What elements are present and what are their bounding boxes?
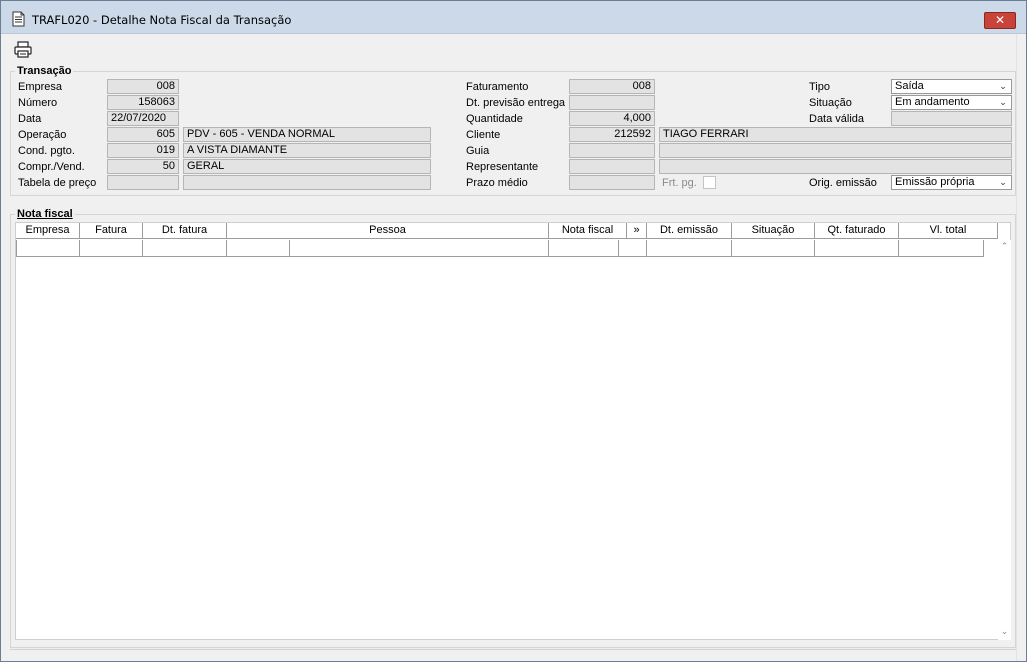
situacao-label: Situação xyxy=(809,97,852,109)
prazo-medio-label: Prazo médio xyxy=(466,177,528,189)
cell[interactable] xyxy=(619,240,647,257)
cell[interactable] xyxy=(647,240,732,257)
col-header-pessoa[interactable]: Pessoa xyxy=(227,223,549,239)
operacao-desc-field[interactable]: PDV - 605 - VENDA NORMAL xyxy=(183,127,431,142)
col-header-expand[interactable]: » xyxy=(627,223,647,239)
main-window: TRAFL020 - Detalhe Nota Fiscal da Transa… xyxy=(0,0,1027,662)
title-bar[interactable]: TRAFL020 - Detalhe Nota Fiscal da Transa… xyxy=(1,1,1026,34)
col-header-dt-fatura[interactable]: Dt. fatura xyxy=(143,223,227,239)
bottom-divider xyxy=(10,649,1016,650)
cell[interactable] xyxy=(16,240,80,257)
cell[interactable] xyxy=(732,240,815,257)
toolbar xyxy=(2,35,1016,63)
table-row[interactable] xyxy=(16,240,1000,257)
close-icon: ✕ xyxy=(994,13,1006,27)
tabela-preco-label: Tabela de preço xyxy=(18,177,97,189)
data-valida-label: Data válida xyxy=(809,113,865,125)
prazo-medio-field[interactable] xyxy=(569,175,655,190)
frt-pg-label: Frt. pg. xyxy=(662,177,697,189)
compr-vend-label: Compr./Vend. xyxy=(18,161,85,173)
empresa-field[interactable]: 008 xyxy=(107,79,179,94)
orig-emissao-value: Emissão própria xyxy=(895,176,975,188)
guia-label: Guia xyxy=(466,145,490,157)
col-header-qt-faturado[interactable]: Qt. faturado xyxy=(815,223,899,239)
operacao-label: Operação xyxy=(18,129,67,141)
frt-pg-checkbox[interactable] xyxy=(703,176,716,189)
situacao-value: Em andamento xyxy=(895,96,970,108)
tipo-value: Saída xyxy=(895,80,924,92)
tipo-select[interactable]: Saída ⌄ xyxy=(891,79,1012,94)
tabela-preco-code-field[interactable] xyxy=(107,175,179,190)
tipo-label: Tipo xyxy=(809,81,830,93)
nota-fiscal-grid[interactable]: Empresa Fatura Dt. fatura Pessoa Nota fi… xyxy=(15,222,1011,640)
cell[interactable] xyxy=(899,240,984,257)
compr-vend-code-field[interactable]: 50 xyxy=(107,159,179,174)
col-header-vl-total[interactable]: Vl. total xyxy=(899,223,998,239)
printer-icon[interactable] xyxy=(14,41,32,58)
col-header-nota-fiscal[interactable]: Nota fiscal xyxy=(549,223,627,239)
cell[interactable] xyxy=(290,240,549,257)
close-button[interactable]: ✕ xyxy=(984,12,1016,29)
numero-field[interactable]: 158063 xyxy=(107,95,179,110)
cell[interactable] xyxy=(80,240,143,257)
cliente-label: Cliente xyxy=(466,129,501,141)
compr-vend-desc-field[interactable]: GERAL xyxy=(183,159,431,174)
chevron-down-icon[interactable]: ⌄ xyxy=(997,80,1009,93)
transacao-legend: Transação xyxy=(17,65,72,77)
tabela-preco-desc-field[interactable] xyxy=(183,175,431,190)
window-right-edge xyxy=(1016,34,1026,661)
numero-label: Número xyxy=(18,97,58,109)
guia-code-field[interactable] xyxy=(569,143,655,158)
dt-previsao-field[interactable] xyxy=(569,95,655,110)
col-header-empresa[interactable]: Empresa xyxy=(16,223,80,239)
faturamento-label: Faturamento xyxy=(466,81,529,93)
nota-fiscal-legend: Nota fiscal xyxy=(15,208,75,220)
representante-code-field[interactable] xyxy=(569,159,655,174)
cell[interactable] xyxy=(227,240,290,257)
operacao-code-field[interactable]: 605 xyxy=(107,127,179,142)
cell[interactable] xyxy=(143,240,227,257)
chevron-down-icon[interactable]: ⌄ xyxy=(997,96,1009,109)
chevron-down-icon[interactable]: ⌄ xyxy=(997,176,1009,189)
grid-header: Empresa Fatura Dt. fatura Pessoa Nota fi… xyxy=(16,223,1012,239)
situacao-select[interactable]: Em andamento ⌄ xyxy=(891,95,1012,110)
faturamento-field[interactable]: 008 xyxy=(569,79,655,94)
grid-vertical-scrollbar[interactable]: ⌃ ⌄ xyxy=(998,240,1011,640)
representante-desc-field[interactable] xyxy=(659,159,1012,174)
data-field[interactable]: 22/07/2020 xyxy=(107,111,179,126)
cliente-code-field[interactable]: 212592 xyxy=(569,127,655,142)
cond-pgto-label: Cond. pgto. xyxy=(18,145,75,157)
data-valida-field[interactable] xyxy=(891,111,1012,126)
chevron-down-icon[interactable]: ⌄ xyxy=(998,626,1011,638)
window-title: TRAFL020 - Detalhe Nota Fiscal da Transa… xyxy=(32,13,292,27)
col-header-situacao[interactable]: Situação xyxy=(732,223,815,239)
document-icon xyxy=(12,11,25,27)
nota-fiscal-legend-text: Nota fiscal xyxy=(17,208,73,220)
col-header-fatura[interactable]: Fatura xyxy=(80,223,143,239)
guia-desc-field[interactable] xyxy=(659,143,1012,158)
empresa-label: Empresa xyxy=(18,81,63,93)
data-label: Data xyxy=(18,113,42,125)
cond-pgto-code-field[interactable]: 019 xyxy=(107,143,179,158)
cell[interactable] xyxy=(815,240,899,257)
chevron-up-icon[interactable]: ⌃ xyxy=(998,241,1011,253)
cond-pgto-desc-field[interactable]: A VISTA DIAMANTE xyxy=(183,143,431,158)
col-header-dt-emissao[interactable]: Dt. emissão xyxy=(647,223,732,239)
representante-label: Representante xyxy=(466,161,539,173)
cliente-name-field[interactable]: TIAGO FERRARI xyxy=(659,127,1012,142)
orig-emissao-label: Orig. emissão xyxy=(809,177,877,189)
quantidade-field[interactable]: 4,000 xyxy=(569,111,655,126)
quantidade-label: Quantidade xyxy=(466,113,523,125)
cell[interactable] xyxy=(549,240,619,257)
dt-previsao-label: Dt. previsão entrega xyxy=(466,97,566,109)
orig-emissao-select[interactable]: Emissão própria ⌄ xyxy=(891,175,1012,190)
